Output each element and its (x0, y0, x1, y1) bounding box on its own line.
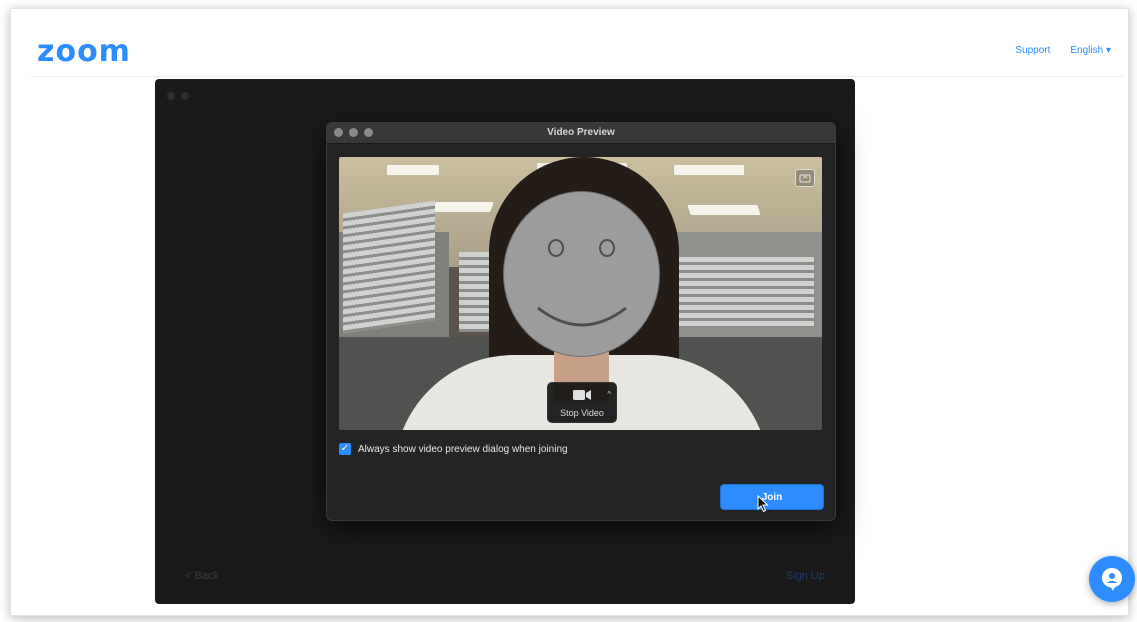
video-camera-icon (573, 390, 591, 400)
camera-preview: ^ Stop Video (339, 157, 822, 430)
dialog-titlebar: Video Preview (327, 123, 835, 144)
right-eye (599, 239, 615, 257)
video-preview-dialog: Video Preview ^ Stop Video ✓ Always show… (326, 122, 836, 521)
always-show-preview-option[interactable]: ✓ Always show video preview dialog when … (339, 443, 568, 455)
top-nav: Support English ▾ (1015, 45, 1111, 56)
app-minimize-dot[interactable] (181, 92, 189, 100)
zoom-logo[interactable]: zoom (37, 34, 131, 69)
stop-video-label: Stop Video (560, 408, 604, 418)
always-show-preview-checkbox[interactable]: ✓ (339, 443, 351, 455)
app-window-controls (167, 92, 189, 100)
left-eye (548, 239, 564, 257)
header-divider (30, 76, 1125, 77)
smiley-face-mask (503, 191, 660, 357)
support-link[interactable]: Support (1015, 45, 1050, 56)
sign-up-link[interactable]: Sign Up (786, 570, 825, 582)
mouse-cursor-icon (757, 495, 769, 513)
stop-video-button[interactable]: ^ Stop Video (547, 382, 617, 423)
always-show-preview-label: Always show video preview dialog when jo… (358, 443, 568, 455)
language-selector[interactable]: English ▾ (1070, 45, 1111, 56)
dialog-title: Video Preview (547, 127, 615, 138)
chat-help-button[interactable] (1089, 556, 1135, 602)
app-close-dot[interactable] (167, 92, 175, 100)
chevron-up-icon[interactable]: ^ (607, 390, 611, 399)
join-button[interactable]: Join (720, 484, 824, 510)
switch-camera-icon[interactable] (795, 169, 815, 187)
chat-help-icon (1102, 568, 1122, 591)
checkmark-icon: ✓ (340, 443, 350, 454)
back-link[interactable]: < Back (185, 570, 219, 582)
